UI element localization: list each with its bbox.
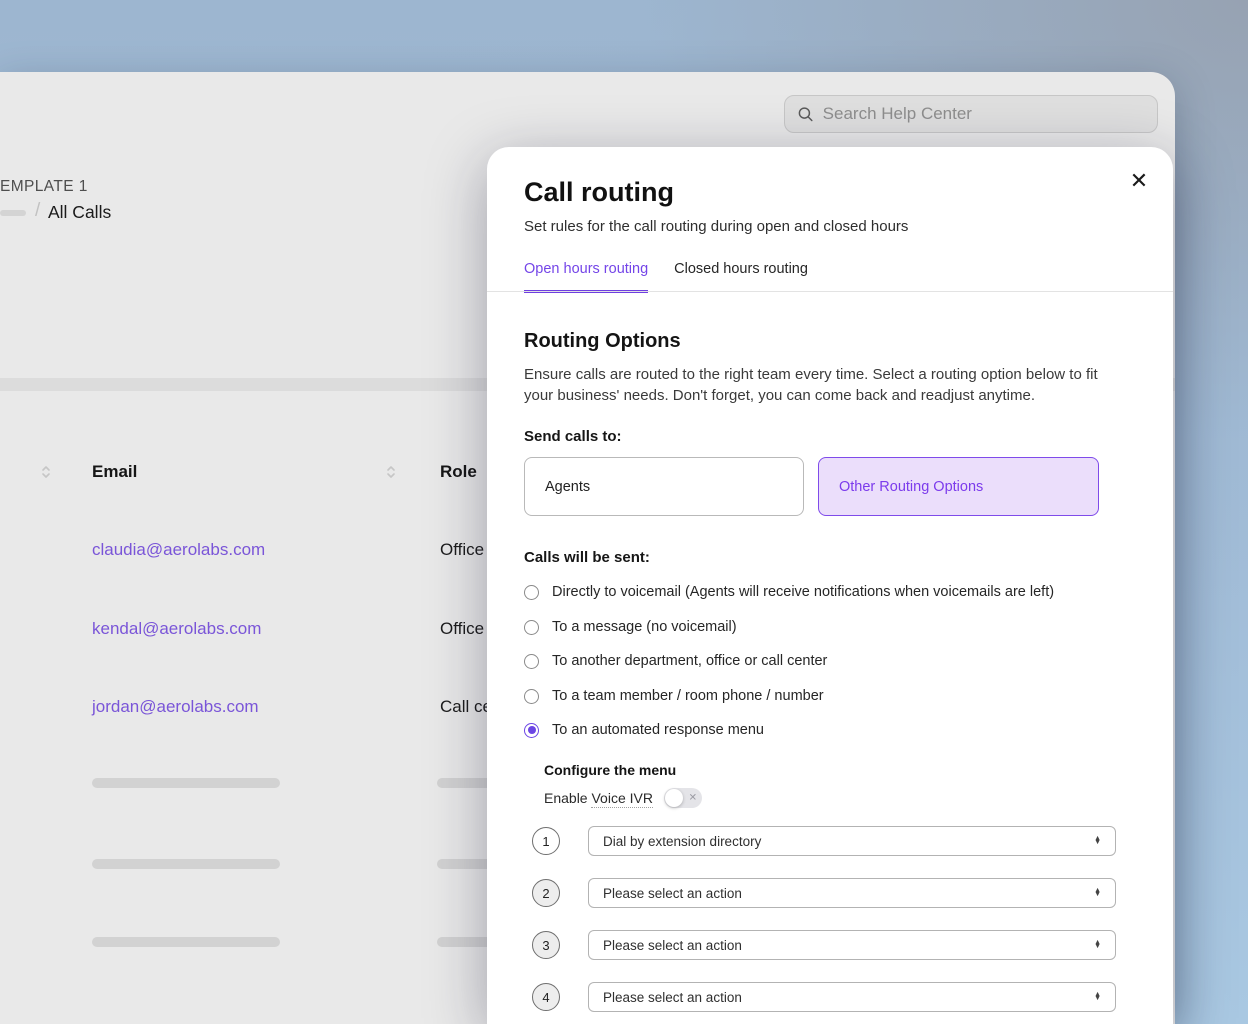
modal-subtitle: Set rules for the call routing during op… xyxy=(524,218,908,235)
select-arrows-icon: ▲▼ xyxy=(1094,889,1101,898)
radio-message-no-voicemail[interactable]: To a message (no voicemail) xyxy=(524,619,737,635)
table-cell-email[interactable]: claudia@aerolabs.com xyxy=(92,540,265,560)
table-cell-role: Call ce xyxy=(440,697,492,717)
menu-action-select-3[interactable]: Please select an action ▲▼ xyxy=(588,930,1116,960)
voice-ivr-toggle[interactable]: ✕ xyxy=(664,788,702,808)
radio-icon[interactable] xyxy=(524,620,539,635)
menu-action-select-2[interactable]: Please select an action ▲▼ xyxy=(588,878,1116,908)
sort-icon[interactable] xyxy=(40,464,52,480)
select-arrows-icon: ▲▼ xyxy=(1094,993,1101,1002)
menu-number-badge: 1 xyxy=(532,827,560,855)
option-agents-label: Agents xyxy=(545,479,590,495)
calls-sent-label: Calls will be sent: xyxy=(524,549,650,566)
send-calls-label: Send calls to: xyxy=(524,428,622,445)
breadcrumb[interactable]: All Calls xyxy=(48,202,111,223)
search-icon xyxy=(797,105,814,123)
tab-open-hours-routing[interactable]: Open hours routing xyxy=(524,261,648,293)
close-icon[interactable]: ✕ xyxy=(1125,167,1153,195)
column-header-email[interactable]: Email xyxy=(92,462,137,482)
radio-directly-voicemail[interactable]: Directly to voicemail (Agents will recei… xyxy=(524,584,1054,600)
menu-action-select-4[interactable]: Please select an action ▲▼ xyxy=(588,982,1116,1012)
table-cell-email[interactable]: jordan@aerolabs.com xyxy=(92,697,259,717)
menu-action-row-3: 3 Please select an action ▲▼ xyxy=(524,930,1136,960)
skeleton-row xyxy=(92,937,280,947)
option-other-routing-label: Other Routing Options xyxy=(839,479,983,495)
skeleton-row xyxy=(92,778,280,788)
radio-icon[interactable] xyxy=(524,585,539,600)
radio-icon[interactable] xyxy=(524,689,539,704)
search-input[interactable] xyxy=(823,104,1145,124)
tab-closed-hours-routing[interactable]: Closed hours routing xyxy=(674,261,808,293)
radio-icon-selected[interactable] xyxy=(524,723,539,738)
call-routing-modal: ✕ Call routing Set rules for the call ro… xyxy=(487,147,1173,1024)
radio-another-department[interactable]: To another department, office or call ce… xyxy=(524,653,827,669)
app-title: EMPLATE 1 xyxy=(0,178,88,196)
table-cell-role: Office xyxy=(440,540,484,560)
table-cell-role: Office xyxy=(440,619,484,639)
toggle-knob xyxy=(665,789,683,807)
select-arrows-icon: ▲▼ xyxy=(1094,941,1101,950)
menu-action-row-2: 2 Please select an action ▲▼ xyxy=(524,878,1136,908)
breadcrumb-separator: / xyxy=(35,200,40,222)
tabs-divider xyxy=(487,291,1173,292)
option-other-routing[interactable]: Other Routing Options xyxy=(818,457,1099,516)
breadcrumb-skeleton xyxy=(0,210,26,216)
menu-action-select-1[interactable]: Dial by extension directory ▲▼ xyxy=(588,826,1116,856)
configure-menu-heading: Configure the menu xyxy=(544,762,676,778)
select-arrows-icon: ▲▼ xyxy=(1094,837,1101,846)
toggle-off-icon: ✕ xyxy=(689,792,697,803)
menu-number-badge: 2 xyxy=(532,879,560,907)
menu-number-badge: 3 xyxy=(532,931,560,959)
radio-icon[interactable] xyxy=(524,654,539,669)
enable-voice-ivr-row: Enable Voice IVR ✕ xyxy=(544,788,702,808)
menu-action-row-1: 1 Dial by extension directory ▲▼ xyxy=(524,826,1136,856)
enable-voice-ivr-label: Enable Voice IVR xyxy=(544,790,653,806)
option-agents[interactable]: Agents xyxy=(524,457,804,516)
radio-team-member[interactable]: To a team member / room phone / number xyxy=(524,688,824,704)
routing-options-heading: Routing Options xyxy=(524,330,681,353)
radio-automated-response-menu[interactable]: To an automated response menu xyxy=(524,722,764,738)
routing-tabs: Open hours routing Closed hours routing xyxy=(524,261,808,293)
menu-action-row-4: 4 Please select an action ▲▼ xyxy=(524,982,1136,1012)
column-header-role[interactable]: Role xyxy=(440,462,477,482)
sort-icon[interactable] xyxy=(385,464,397,480)
table-cell-email[interactable]: kendal@aerolabs.com xyxy=(92,619,261,639)
voice-ivr-term: Voice IVR xyxy=(591,790,652,808)
menu-number-badge: 4 xyxy=(532,983,560,1011)
search-bar[interactable] xyxy=(784,95,1158,133)
desktop-background: EMPLATE 1 / All Calls Email Role claudia… xyxy=(0,0,1248,1024)
routing-options-description: Ensure calls are routed to the right tea… xyxy=(524,364,1099,406)
modal-title: Call routing xyxy=(524,177,674,208)
skeleton-row xyxy=(92,859,280,869)
